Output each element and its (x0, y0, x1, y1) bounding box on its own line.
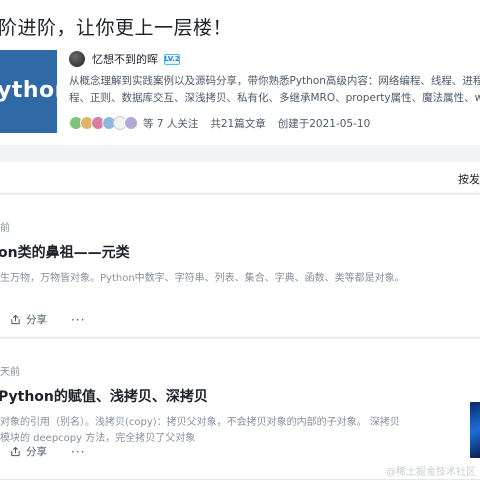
abstract-line: 对象的引用（别名）。浅拷贝(copy)：拷贝父对象，不会拷贝对象的内部的子对象。… (0, 417, 400, 428)
sort-button[interactable]: 按发 (458, 171, 480, 187)
follower-avatars[interactable] (69, 116, 138, 130)
more-icon[interactable]: ··· (71, 314, 85, 326)
article-abstract[interactable]: 对象的引用（别名）。浅拷贝(copy)：拷贝父对象，不会拷贝对象的内部的子对象。… (0, 415, 400, 447)
article-title[interactable]: on类的鼻祖——元类 (0, 242, 130, 262)
author-name[interactable]: 忆想不到的晖 (92, 51, 158, 67)
article-thumbnail[interactable] (470, 402, 480, 458)
author-row[interactable]: 忆想不到的晖 LV.2 (69, 50, 180, 68)
share-button[interactable]: 分享 (10, 444, 47, 459)
column-page: 阶进阶，让你更上一层楼！ ython 忆想不到的晖 LV.2 从概念理解到实践案… (0, 0, 480, 480)
column-title: 阶进阶，让你更上一层楼！ (0, 17, 233, 39)
article-item[interactable]: 前 on类的鼻祖——元类 生万物，万物皆对象。Python中数字、字符串、列表、… (0, 195, 480, 338)
level-badge: LV.2 (164, 53, 180, 65)
share-icon (11, 446, 20, 457)
article-time: 前 (0, 223, 10, 234)
article-abstract[interactable]: 生万物，万物皆对象。Python中数字、字符串、列表、集合、字典、函数、类等都是… (0, 271, 405, 287)
sort-bar: 按发 (0, 162, 480, 194)
article-item[interactable]: 天前 Python的赋值、浅拷贝、深拷贝 对象的引用（别名）。浅拷贝(copy)… (0, 339, 480, 480)
column-description: 从概念理解到实践案例以及源码分享，带你熟悉Python高级内容：网络编程、线程、… (69, 73, 480, 107)
cover-text: ython (0, 78, 57, 103)
avatar[interactable] (69, 51, 85, 67)
watermark: @稀土掘金技术社区 (386, 467, 476, 478)
follower-avatar[interactable] (124, 116, 138, 130)
followers-count[interactable]: 等 7 人关注 (143, 116, 198, 131)
column-header: 阶进阶，让你更上一层楼！ ython 忆想不到的晖 LV.2 从概念理解到实践案… (0, 0, 480, 145)
share-button[interactable]: 分享 (10, 312, 47, 327)
share-label: 分享 (26, 314, 47, 326)
share-icon (11, 314, 20, 325)
article-count: 共21篇文章 (210, 117, 266, 130)
column-cover: ython (0, 50, 57, 133)
more-icon[interactable]: ··· (71, 446, 85, 458)
article-actions: 分享 ··· (10, 444, 85, 459)
article-actions: 分享 ··· (10, 312, 85, 327)
description-line: 程、正则、数据库交互、深浅拷贝、私有化、多继承MRO、property属性、魔法… (69, 92, 480, 104)
article-time: 天前 (0, 367, 20, 378)
share-label: 分享 (26, 446, 47, 458)
column-meta: 等 7 人关注 共21篇文章 创建于2021-05-10 (69, 115, 370, 131)
created-date: 创建于2021-05-10 (277, 117, 371, 130)
description-line: 从概念理解到实践案例以及源码分享，带你熟悉Python高级内容：网络编程、线程、… (69, 75, 480, 87)
article-title[interactable]: Python的赋值、浅拷贝、深拷贝 (0, 386, 208, 406)
